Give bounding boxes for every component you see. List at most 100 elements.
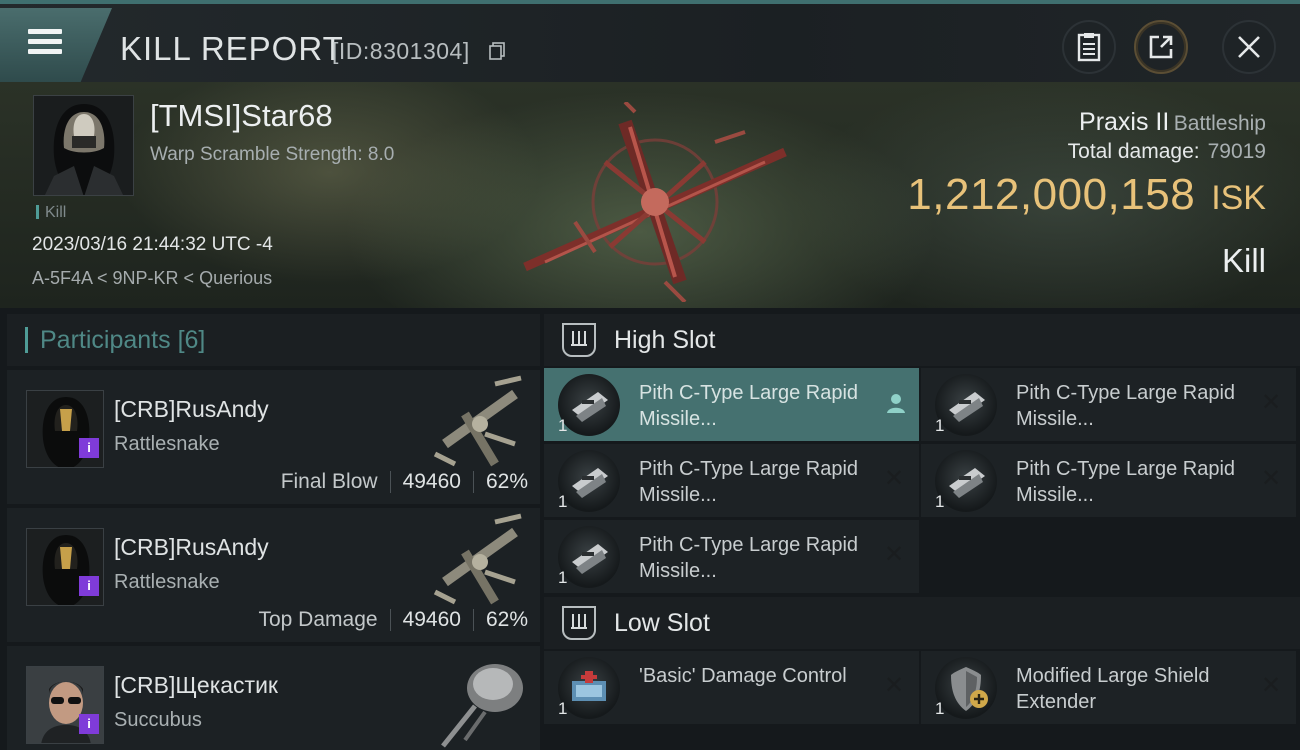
isk-unit: ISK xyxy=(1211,179,1266,217)
high-slot-title: High Slot xyxy=(614,325,716,354)
pilot-badge: i xyxy=(79,714,99,734)
total-damage-value: 79019 xyxy=(1207,140,1266,163)
module-quantity: 1 xyxy=(935,416,945,435)
module-item[interactable]: 1 'Basic' Damage Control ✕ xyxy=(544,651,919,724)
module-item[interactable]: 1 Pith C-Type Large Rapid Missile... ✕ xyxy=(921,444,1296,517)
copy-icon[interactable] xyxy=(489,42,505,60)
fitting-panel: High Slot 1 Pith C-Type Large Rapid Miss… xyxy=(544,314,1300,750)
participant-role: Final Blow xyxy=(280,470,378,493)
kill-id: [ID:8301304] xyxy=(332,38,470,64)
kill-location[interactable]: A-5F4A < 9NP-KR < Querious xyxy=(32,268,272,289)
share-button[interactable] xyxy=(1134,20,1188,74)
kill-result: Kill xyxy=(1221,242,1266,279)
destroyed-mark-icon: ✕ xyxy=(1260,465,1282,492)
participants-title: Participants [6] xyxy=(40,326,205,355)
module-quantity: 1 xyxy=(558,699,568,718)
menu-icon-bar xyxy=(28,39,62,44)
participant-stats: Final Blow 49460 62% xyxy=(281,470,528,494)
section-marker xyxy=(25,327,28,353)
page-title: KILL REPORT xyxy=(120,30,344,67)
divider xyxy=(389,471,391,493)
module-quantity: 1 xyxy=(558,492,568,511)
total-damage: Total damage: 79019 xyxy=(1068,140,1266,164)
clipboard-icon xyxy=(1077,33,1101,62)
module-name: 'Basic' Damage Control xyxy=(639,665,847,687)
victim-ship-name[interactable]: Praxis II xyxy=(1079,108,1169,136)
module-quantity: 1 xyxy=(935,699,945,718)
kill-timestamp: 2023/03/16 21:44:32 UTC -4 xyxy=(32,234,273,255)
person-icon xyxy=(887,394,905,413)
menu-button[interactable] xyxy=(0,8,112,82)
total-damage-label: Total damage: xyxy=(1067,140,1200,163)
participant-role: Top Damage xyxy=(258,608,378,631)
module-item[interactable]: 1 Pith C-Type Large Rapid Missile... ✕ xyxy=(921,368,1296,441)
participant-card[interactable]: i [CRB]Щекастик Succubus xyxy=(7,646,540,750)
participant-ship: Rattlesnake xyxy=(114,571,220,593)
pilot-badge: i xyxy=(79,576,99,596)
module-item[interactable]: 1 Modified Large Shield Extender ✕ xyxy=(921,651,1296,724)
participant-name: [CRB]Щекастик xyxy=(114,672,278,698)
module-name: Pith C-Type Large Rapid Missile... xyxy=(1016,382,1236,430)
low-slot-icon xyxy=(562,606,596,640)
kill-tag: Kill xyxy=(36,204,66,222)
module-name: Pith C-Type Large Rapid Missile... xyxy=(639,458,859,506)
participant-card[interactable]: i [CRB]RusAndy Rattlesnake Top Damage 49… xyxy=(7,508,540,642)
divider xyxy=(472,609,474,631)
isk-value: 1,212,000,158 xyxy=(907,170,1196,219)
participants-title-text: Participants xyxy=(40,325,171,354)
participant-damage: 49460 xyxy=(402,470,461,493)
menu-icon xyxy=(28,29,62,34)
module-quantity: 1 xyxy=(558,416,568,435)
pilot-portrait-image xyxy=(34,96,133,195)
kill-report-screen: KILL REPORT [ID:8301304] [TMSI]Star68 Wa… xyxy=(0,0,1300,750)
destroyed-mark-icon: ✕ xyxy=(883,465,905,492)
participants-header: Participants [6] xyxy=(7,314,540,366)
close-icon xyxy=(1238,36,1260,58)
destroyed-mark-icon: ✕ xyxy=(883,672,905,699)
victim-summary: [TMSI]Star68 Warp Scramble Strength: 8.0… xyxy=(0,82,1300,308)
isk-value-line: 1,212,000,158 ISK xyxy=(907,170,1266,220)
module-quantity: 1 xyxy=(558,568,568,587)
participant-ship-image xyxy=(441,664,523,748)
participant-name: [CRB]RusAndy xyxy=(114,396,269,422)
high-slot-icon xyxy=(562,323,596,357)
warp-scramble-strength: Warp Scramble Strength: 8.0 xyxy=(150,144,395,165)
destroyed-mark-icon: ✕ xyxy=(1260,389,1282,416)
header-bar: KILL REPORT [ID:8301304] xyxy=(0,0,1300,82)
module-item[interactable]: 1 Pith C-Type Large Rapid Missile... ✕ xyxy=(544,520,919,593)
destroyed-mark-icon: ✕ xyxy=(883,541,905,568)
participant-ship: Rattlesnake xyxy=(114,433,220,455)
low-slot-header: Low Slot xyxy=(544,597,1300,649)
divider xyxy=(472,471,474,493)
menu-icon-bar xyxy=(28,49,62,54)
clipboard-button[interactable] xyxy=(1062,20,1116,74)
close-button[interactable] xyxy=(1222,20,1276,74)
module-item[interactable]: 1 Pith C-Type Large Rapid Missile... ✕ xyxy=(544,444,919,517)
high-slot-header: High Slot xyxy=(544,314,1300,366)
share-icon xyxy=(1149,35,1173,59)
slot-glyph xyxy=(571,331,587,346)
victim-ship-line: Praxis II Battleship xyxy=(1079,108,1266,137)
participant-stats: Top Damage 49460 62% xyxy=(258,608,528,632)
victim-ship-class: Battleship xyxy=(1173,112,1266,135)
victim-name[interactable]: [TMSI]Star68 xyxy=(150,98,333,134)
victim-ship-image[interactable] xyxy=(515,102,805,302)
module-name: Pith C-Type Large Rapid Missile... xyxy=(1016,458,1236,506)
participants-panel: Participants [6] i [CRB]RusAndy Rattlesn… xyxy=(7,314,540,750)
module-name: Pith C-Type Large Rapid Missile... xyxy=(639,534,859,582)
participant-ship: Succubus xyxy=(114,709,202,731)
module-name: Modified Large Shield Extender xyxy=(1016,665,1210,713)
victim-portrait[interactable] xyxy=(33,95,134,196)
module-item[interactable]: 1 Pith C-Type Large Rapid Missile... xyxy=(544,368,919,441)
destroyed-mark-icon: ✕ xyxy=(1260,672,1282,699)
slot-glyph xyxy=(571,614,587,629)
participant-percent: 62% xyxy=(485,608,528,631)
divider xyxy=(389,609,391,631)
low-slot-title: Low Slot xyxy=(614,608,710,637)
participant-ship-image xyxy=(433,513,522,605)
participant-card[interactable]: i [CRB]RusAndy Rattlesnake Final Blow 49… xyxy=(7,370,540,504)
participant-percent: 62% xyxy=(485,470,528,493)
participants-count: [6] xyxy=(177,325,206,354)
participant-damage: 49460 xyxy=(402,608,461,631)
module-quantity: 1 xyxy=(935,492,945,511)
